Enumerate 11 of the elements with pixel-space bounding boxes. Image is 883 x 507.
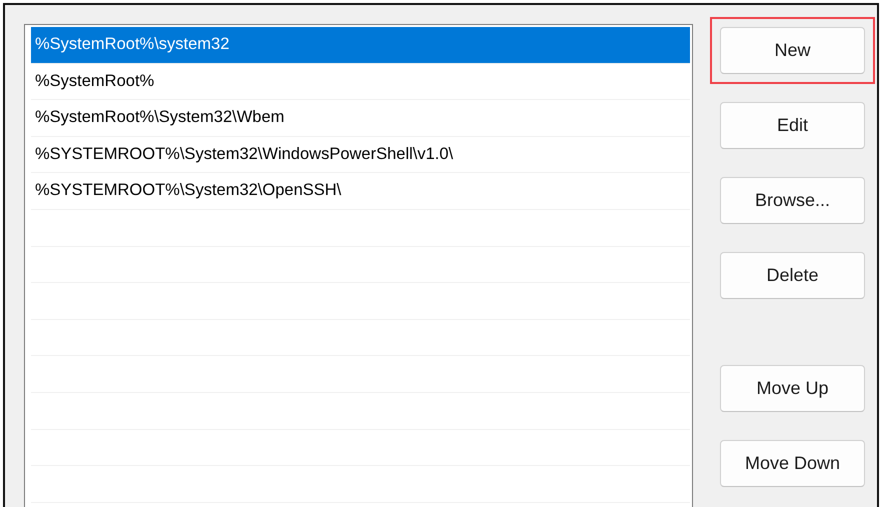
- path-entry[interactable]: %SYSTEMROOT%\System32\WindowsPowerShell\v1.0\: [31, 136, 690, 174]
- action-button[interactable]: Edit: [720, 102, 865, 149]
- path-entry[interactable]: %SYSTEMROOT%\System32\OpenSSH\: [31, 173, 690, 210]
- path-entry[interactable]: %SystemRoot%\system32: [31, 27, 690, 64]
- action-button[interactable]: Move Down: [720, 440, 865, 487]
- action-button[interactable]: New: [720, 27, 865, 74]
- path-entry[interactable]: %SystemRoot%\System32\Wbem: [31, 100, 690, 137]
- path-entry[interactable]: %SystemRoot%: [31, 64, 690, 100]
- action-button[interactable]: Delete: [720, 252, 865, 299]
- action-button[interactable]: Browse...: [720, 177, 865, 224]
- action-button[interactable]: Move Up: [720, 365, 865, 412]
